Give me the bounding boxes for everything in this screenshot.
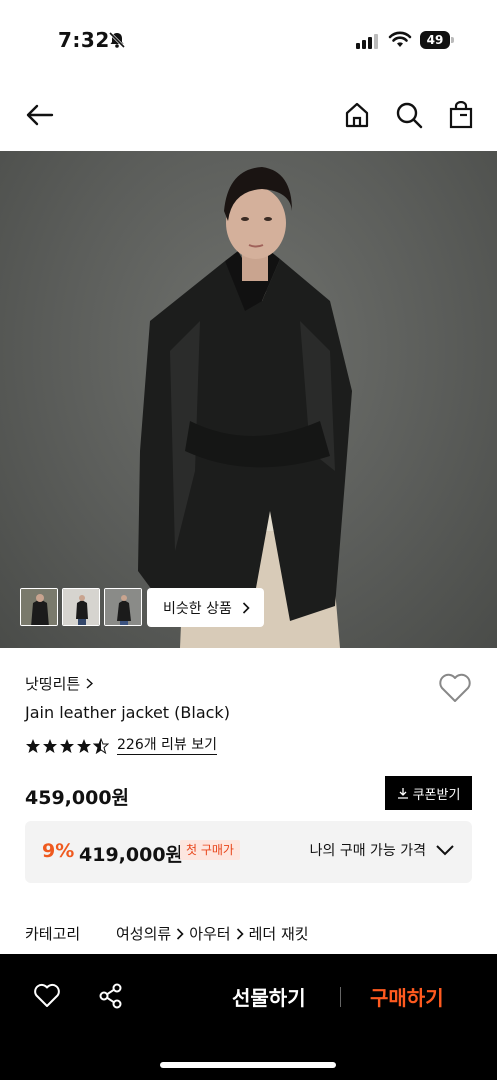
battery-icon: 49 xyxy=(420,31,454,49)
home-indicator xyxy=(160,1062,336,1068)
coupon-label: 쿠폰받기 xyxy=(412,787,461,803)
model-photo xyxy=(138,167,352,648)
star-full-icon xyxy=(77,739,91,753)
divider xyxy=(340,987,341,1007)
chevron-down-icon xyxy=(436,845,454,856)
search-button[interactable] xyxy=(392,98,426,132)
thumbnail-1[interactable] xyxy=(20,588,58,626)
bell-muted-icon xyxy=(108,31,126,49)
search-icon xyxy=(396,102,423,129)
star-full-icon xyxy=(60,739,74,753)
my-price-toggle[interactable]: 나의 구매 가능 가격 xyxy=(310,840,454,860)
status-bar: 7:32 49 xyxy=(0,0,497,80)
similar-products-label: 비슷한 상품 xyxy=(163,600,232,617)
wishlist-button[interactable] xyxy=(438,672,472,704)
breadcrumb-item[interactable]: 레더 재킷 xyxy=(249,923,309,944)
top-nav xyxy=(0,88,497,142)
product-image[interactable]: 비슷한 상품 xyxy=(0,151,497,648)
rating-row: 226개 리뷰 보기 xyxy=(25,737,218,755)
chevron-right-icon xyxy=(86,678,94,689)
heart-icon xyxy=(34,983,60,1007)
similar-products-button[interactable]: 비슷한 상품 xyxy=(147,588,264,627)
home-button[interactable] xyxy=(340,98,374,132)
gift-button[interactable]: 선물하기 xyxy=(232,982,306,1011)
chevron-right-icon xyxy=(242,601,250,614)
breadcrumb-item[interactable]: 아우터 xyxy=(189,923,230,944)
buy-button[interactable]: 구매하기 xyxy=(370,982,444,1011)
discount-price: 419,000원 xyxy=(79,844,184,866)
wifi-icon xyxy=(388,31,412,47)
thumbnail-3[interactable] xyxy=(104,588,142,626)
heart-icon xyxy=(439,673,471,702)
status-time: 7:32 xyxy=(58,28,110,52)
download-icon xyxy=(397,788,408,799)
back-button[interactable] xyxy=(22,98,56,132)
star-half-icon xyxy=(93,738,109,754)
share-icon xyxy=(99,983,122,1009)
category-row: 카테고리 여성의류 아우터 레더 재킷 xyxy=(25,923,309,944)
discount-rate: 9% xyxy=(42,840,75,862)
category-label: 카테고리 xyxy=(25,925,81,943)
battery-level: 49 xyxy=(420,31,450,49)
cart-button[interactable] xyxy=(444,98,478,132)
brand-link[interactable]: 낫띵리튼 xyxy=(25,673,94,694)
wishlist-bottom-button[interactable] xyxy=(33,982,61,1010)
star-full-icon xyxy=(26,739,40,753)
arrow-left-icon xyxy=(26,104,54,126)
my-price-label: 나의 구매 가능 가격 xyxy=(309,843,426,859)
thumbnail-2[interactable] xyxy=(62,588,100,626)
product-name: Jain leather jacket (Black) xyxy=(25,703,230,722)
shopping-bag-icon xyxy=(449,101,473,129)
breadcrumb-item[interactable]: 여성의류 xyxy=(116,923,171,944)
reviews-link[interactable]: 226개 리뷰 보기 xyxy=(117,737,218,755)
chevron-right-icon xyxy=(177,927,184,940)
breadcrumb: 여성의류 아우터 레더 재킷 xyxy=(116,923,309,944)
signal-icon xyxy=(356,34,378,49)
coupon-button[interactable]: 쿠폰받기 xyxy=(385,776,472,810)
brand-name: 낫띵리튼 xyxy=(25,675,81,693)
first-purchase-badge: 첫 구매가 xyxy=(180,840,240,860)
discount-panel[interactable]: 9% 419,000원 첫 구매가 나의 구매 가능 가격 xyxy=(25,821,472,883)
home-icon xyxy=(345,102,369,128)
bottom-action-bar: 선물하기 구매하기 xyxy=(0,954,497,1080)
star-rating xyxy=(25,738,109,754)
original-price: 459,000원 xyxy=(25,787,130,809)
share-button[interactable] xyxy=(97,982,125,1010)
chevron-right-icon xyxy=(236,927,244,940)
star-full-icon xyxy=(43,739,57,753)
thumbnail-strip xyxy=(20,588,142,626)
